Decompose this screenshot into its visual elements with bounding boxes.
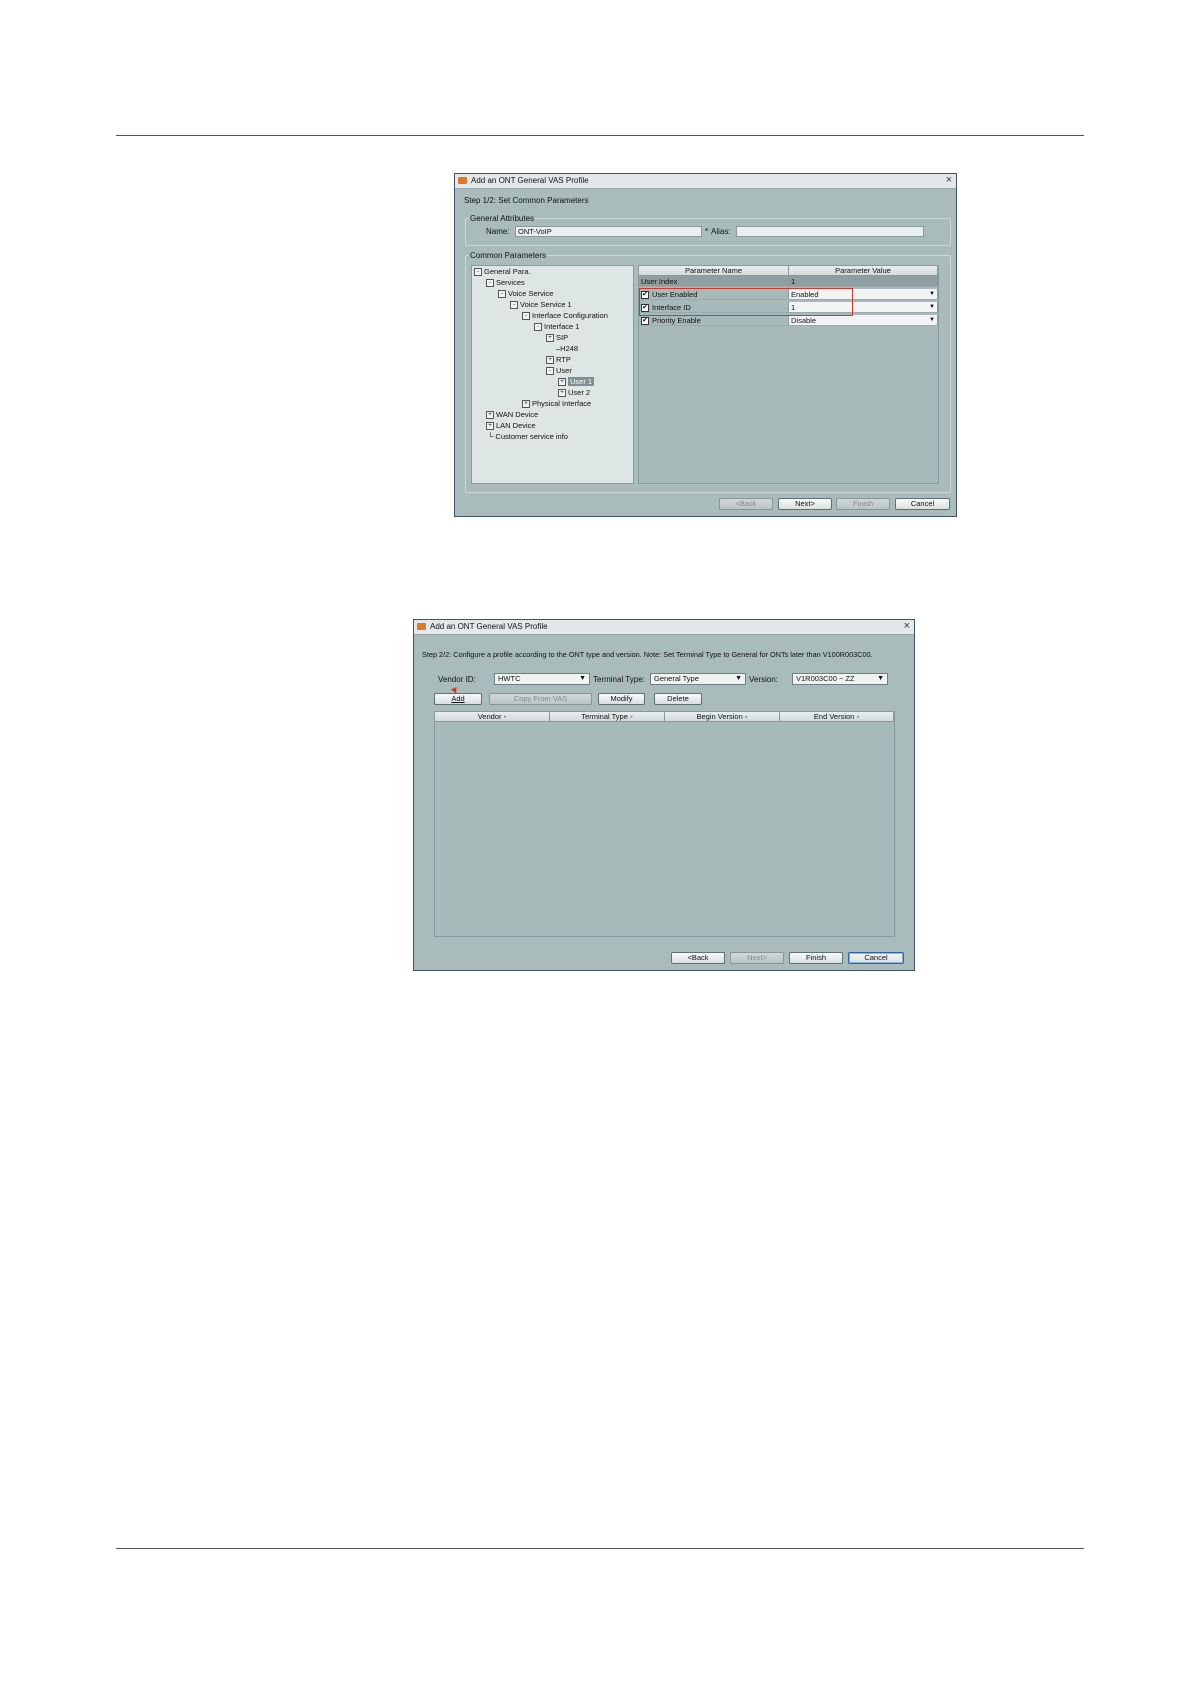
column-header-begin-version[interactable]: Begin Version ◦ bbox=[665, 712, 780, 722]
name-required-marker: * bbox=[705, 227, 709, 236]
tree-node[interactable]: - General Para. bbox=[474, 267, 531, 277]
param-value: 1 bbox=[789, 276, 938, 287]
tree-node[interactable]: - User bbox=[546, 366, 572, 376]
alias-input[interactable] bbox=[736, 226, 924, 237]
collapse-icon[interactable]: - bbox=[522, 312, 530, 321]
tree-node[interactable]: - Interface Configuration bbox=[522, 311, 608, 321]
dialog-titlebar[interactable]: Add an ONT General VAS Profile × bbox=[414, 620, 914, 635]
parameter-tree[interactable]: - General Para. - Services - Voice Service … bbox=[471, 265, 634, 484]
table-row[interactable]: ✔ Priority Enable Disable ▼ bbox=[639, 315, 938, 326]
leaf-connector: └ bbox=[488, 432, 494, 441]
tree-node[interactable]: - Services bbox=[486, 278, 525, 288]
terminal-type-label: Terminal Type: bbox=[593, 675, 645, 684]
dropdown-arrow-icon[interactable]: ▼ bbox=[735, 674, 742, 684]
column-header-end-version[interactable]: End Version ◦ bbox=[780, 712, 894, 722]
close-icon[interactable]: × bbox=[904, 620, 910, 633]
general-attributes-legend: General Attributes bbox=[469, 214, 536, 223]
header-rule bbox=[116, 135, 1084, 136]
tree-node[interactable]: └ Customer service info bbox=[488, 432, 568, 441]
sort-icon: ◦ bbox=[744, 712, 748, 721]
tree-node[interactable]: + SIP bbox=[546, 333, 568, 343]
step-label: Step 1/2: Set Common Parameters bbox=[464, 196, 589, 205]
step-label: Step 2/2: Configure a profile according … bbox=[422, 650, 873, 659]
expand-icon[interactable]: + bbox=[546, 356, 554, 365]
table-row[interactable]: User Index 1 bbox=[639, 276, 938, 287]
column-header-parameter-name[interactable]: Parameter Name bbox=[639, 266, 789, 276]
collapse-icon[interactable]: - bbox=[510, 301, 518, 310]
tree-node[interactable]: - Voice Service 1 bbox=[510, 300, 572, 310]
column-header-vendor[interactable]: Vendor ◦ bbox=[435, 712, 550, 722]
param-value-cell[interactable]: Disable ▼ bbox=[789, 315, 938, 326]
tree-node[interactable]: + RTP bbox=[546, 355, 571, 365]
column-header-parameter-value[interactable]: Parameter Value bbox=[789, 266, 938, 276]
back-button[interactable]: <Back bbox=[671, 952, 725, 964]
checkbox[interactable]: ✔ bbox=[641, 317, 649, 326]
java-icon bbox=[417, 623, 426, 630]
common-parameters-legend: Common Parameters bbox=[469, 251, 548, 260]
param-name-cell: ✔ Priority Enable bbox=[639, 315, 789, 326]
add-button[interactable]: Add bbox=[434, 693, 482, 705]
tree-node-selected[interactable]: + User 1 bbox=[558, 377, 595, 387]
dropdown-arrow-icon[interactable]: ▼ bbox=[877, 674, 884, 684]
finish-button[interactable]: Finish bbox=[789, 952, 843, 964]
column-header-terminal-type[interactable]: Terminal Type ◦ bbox=[550, 712, 665, 722]
vendor-id-label: Vendor ID: bbox=[438, 675, 476, 684]
dialog-title: Add an ONT General VAS Profile bbox=[430, 622, 548, 631]
dropdown-arrow-icon[interactable]: ▼ bbox=[579, 674, 586, 684]
collapse-icon[interactable]: - bbox=[498, 290, 506, 299]
expand-icon[interactable]: + bbox=[522, 400, 530, 409]
copy-from-vas-button[interactable]: Copy From VAS bbox=[489, 693, 592, 705]
tree-node[interactable]: + WAN Device bbox=[486, 410, 538, 420]
alias-label: Alias: bbox=[711, 227, 731, 236]
dialog-step1: Add an ONT General VAS Profile × Step 1/… bbox=[454, 173, 957, 517]
name-input[interactable]: ONT-VoIP bbox=[515, 226, 702, 237]
expand-icon[interactable]: + bbox=[486, 422, 494, 431]
back-button[interactable]: <Back bbox=[719, 498, 773, 510]
tree-node[interactable]: + LAN Device bbox=[486, 421, 536, 431]
expand-icon[interactable]: + bbox=[558, 389, 566, 398]
tree-node[interactable]: + Physical Interface bbox=[522, 399, 591, 409]
collapse-icon[interactable]: - bbox=[534, 323, 542, 332]
collapse-icon[interactable]: - bbox=[546, 367, 554, 376]
sort-icon: ◦ bbox=[856, 712, 860, 721]
sort-icon: ◦ bbox=[503, 712, 507, 721]
version-label: Version: bbox=[749, 675, 778, 684]
next-button[interactable]: Next> bbox=[730, 952, 784, 964]
finish-button[interactable]: Finish bbox=[836, 498, 890, 510]
tree-node[interactable]: - Voice Service bbox=[498, 289, 553, 299]
dialog-titlebar[interactable]: Add an ONT General VAS Profile × bbox=[455, 174, 956, 189]
annotation-highlight-box bbox=[639, 288, 853, 316]
dropdown-arrow-icon[interactable]: ▼ bbox=[929, 302, 935, 313]
collapse-icon[interactable]: - bbox=[486, 279, 494, 288]
next-button[interactable]: Next> bbox=[778, 498, 832, 510]
terminal-type-select[interactable]: General Type ▼ bbox=[650, 673, 746, 685]
java-icon bbox=[458, 177, 467, 184]
dialog-title: Add an ONT General VAS Profile bbox=[471, 176, 589, 185]
tree-node[interactable]: –H248 bbox=[556, 344, 578, 353]
profile-table[interactable]: Vendor ◦ Terminal Type ◦ Begin Version ◦… bbox=[434, 711, 895, 937]
close-icon[interactable]: × bbox=[946, 174, 952, 187]
sort-icon: ◦ bbox=[629, 712, 633, 721]
delete-button[interactable]: Delete bbox=[654, 693, 702, 705]
cancel-button[interactable]: Cancel bbox=[848, 952, 904, 964]
vendor-id-select[interactable]: HWTC ▼ bbox=[494, 673, 590, 685]
name-label: Name: bbox=[486, 227, 510, 236]
footer-rule bbox=[116, 1548, 1084, 1549]
expand-icon[interactable]: + bbox=[486, 411, 494, 420]
collapse-icon[interactable]: - bbox=[474, 268, 482, 277]
expand-icon[interactable]: + bbox=[558, 378, 566, 387]
tree-node[interactable]: - Interface 1 bbox=[534, 322, 579, 332]
modify-button[interactable]: Modify bbox=[598, 693, 645, 705]
param-name: User Index bbox=[639, 276, 789, 287]
version-select[interactable]: V1R003C00 ~ ZZ ▼ bbox=[792, 673, 888, 685]
dialog-step2: Add an ONT General VAS Profile × Step 2/… bbox=[413, 619, 915, 971]
expand-icon[interactable]: + bbox=[546, 334, 554, 343]
tree-node[interactable]: + User 2 bbox=[558, 388, 590, 398]
dropdown-arrow-icon[interactable]: ▼ bbox=[929, 289, 935, 300]
parameter-table: Parameter Name Parameter Value User Inde… bbox=[638, 265, 939, 484]
dropdown-arrow-icon[interactable]: ▼ bbox=[929, 315, 935, 326]
cancel-button[interactable]: Cancel bbox=[895, 498, 950, 510]
